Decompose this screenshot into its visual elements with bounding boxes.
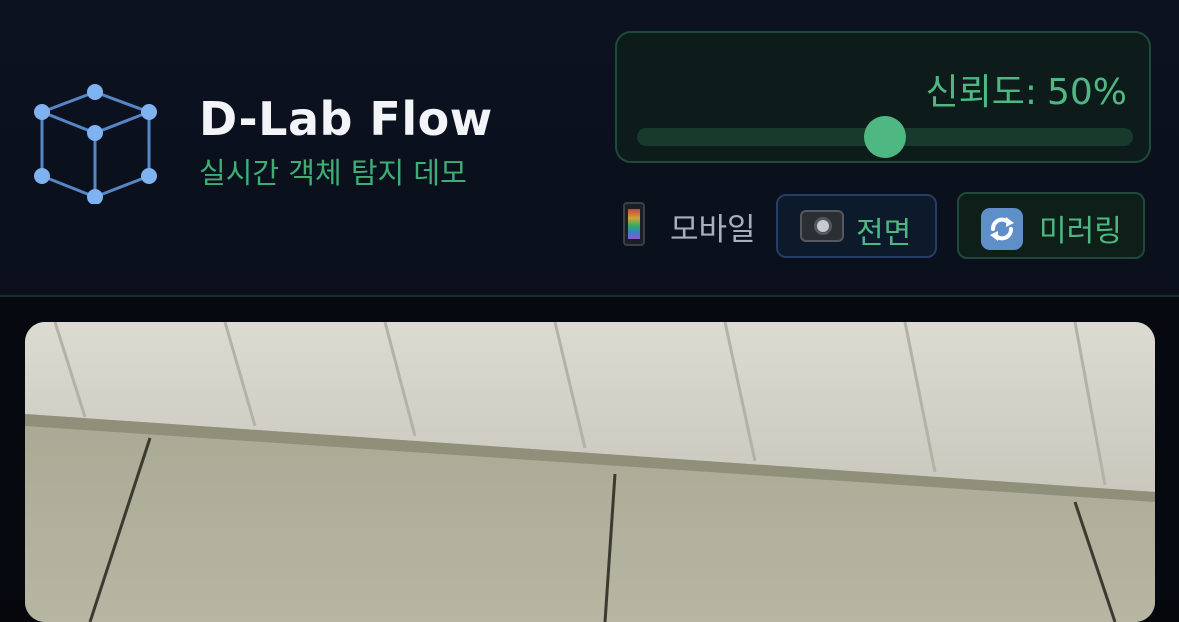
app-title: D-Lab Flow	[199, 92, 493, 146]
app-header: D-Lab Flow 실시간 객체 탐지 데모 신뢰도: 50% 모바일 전면 미…	[0, 0, 1179, 296]
device-label: 모바일	[670, 212, 756, 248]
mirror-button[interactable]: 미러링	[957, 192, 1145, 259]
camera-feed	[25, 322, 1155, 622]
confidence-value: 50%	[1046, 72, 1127, 113]
app-subtitle: 실시간 객체 탐지 데모	[199, 156, 467, 190]
front-camera-button[interactable]: 전면	[776, 194, 937, 258]
confidence-panel: 신뢰도: 50%	[615, 31, 1151, 163]
cube-network-icon	[34, 84, 157, 204]
camera-icon	[800, 210, 844, 242]
confidence-label-text: 신뢰도:	[925, 72, 1037, 113]
mirror-label: 미러링	[1039, 214, 1122, 249]
mirror-refresh-icon	[981, 208, 1023, 250]
mobile-phone-icon	[623, 202, 645, 246]
confidence-slider-thumb[interactable]	[864, 116, 906, 158]
front-camera-label: 전면	[856, 216, 912, 251]
camera-feed-image	[25, 322, 1155, 622]
confidence-label: 신뢰도: 50%	[925, 63, 1127, 115]
